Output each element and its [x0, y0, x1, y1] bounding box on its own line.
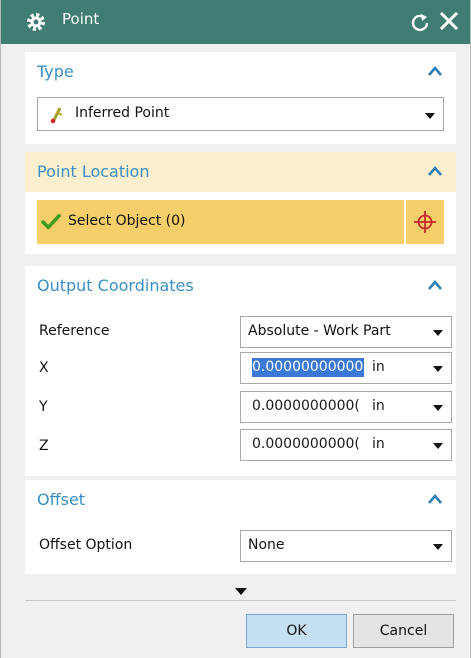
dropdown-arrow-icon[interactable] — [432, 365, 444, 373]
output-coordinates-section: Output Coordinates Reference Absolute - … — [25, 266, 456, 476]
point-location-header[interactable]: Point Location — [25, 152, 456, 192]
x-value-input[interactable]: 0.00000000000 — [252, 358, 364, 377]
dropdown-arrow-icon[interactable] — [432, 404, 444, 412]
z-value-input[interactable]: 0.0000000000( — [252, 435, 364, 454]
chevron-up-icon[interactable] — [428, 493, 442, 505]
chevron-up-icon[interactable] — [428, 65, 442, 77]
ok-button[interactable]: OK — [246, 614, 347, 648]
point-dialog-button[interactable] — [406, 200, 444, 244]
select-object-row[interactable]: Select Object (0) — [37, 200, 404, 244]
point-location-title: Point Location — [37, 162, 150, 181]
dialog-title: Point — [62, 10, 100, 28]
chevron-up-icon[interactable] — [428, 165, 442, 177]
z-unit: in — [372, 436, 385, 452]
z-field[interactable]: 0.0000000000( in — [240, 429, 452, 461]
gear-icon — [27, 13, 45, 31]
point-dialog: Point Type Inferred Point Point Location… — [0, 0, 471, 658]
dropdown-arrow-icon — [433, 330, 443, 336]
output-coordinates-header[interactable]: Output Coordinates — [25, 266, 456, 306]
dropdown-arrow-icon[interactable] — [432, 442, 444, 450]
title-bar[interactable]: Point — [1, 0, 470, 44]
select-object-label: Select Object (0) — [68, 213, 186, 229]
y-label: Y — [39, 399, 48, 415]
type-section-title: Type — [37, 62, 74, 81]
offset-option-dropdown[interactable]: None — [240, 530, 452, 562]
divider — [25, 600, 456, 601]
inferred-point-icon — [50, 107, 63, 124]
cancel-button[interactable]: Cancel — [353, 614, 454, 648]
offset-title: Offset — [37, 490, 86, 509]
dropdown-arrow-icon — [425, 113, 435, 119]
checkmark-icon — [41, 214, 61, 230]
offset-option-label: Offset Option — [39, 537, 133, 553]
y-unit: in — [372, 398, 385, 414]
chevron-up-icon[interactable] — [428, 279, 442, 291]
y-field[interactable]: 0.0000000000( in — [240, 391, 452, 423]
x-label: X — [39, 360, 49, 376]
reference-dropdown[interactable]: Absolute - Work Part — [240, 316, 452, 348]
offset-section: Offset Offset Option None — [25, 480, 456, 574]
expand-more-icon — [235, 588, 247, 595]
z-label: Z — [39, 438, 49, 454]
type-section-header[interactable]: Type — [25, 52, 456, 92]
x-field[interactable]: 0.00000000000 in — [240, 352, 452, 384]
point-location-section: Point Location Select Object (0) — [25, 152, 456, 254]
type-dropdown[interactable]: Inferred Point — [37, 97, 444, 131]
type-section: Type Inferred Point — [25, 52, 456, 144]
type-dropdown-value: Inferred Point — [75, 105, 170, 121]
point-dialog-icon — [414, 211, 436, 233]
offset-header[interactable]: Offset — [25, 480, 456, 520]
dropdown-arrow-icon — [433, 544, 443, 550]
reset-icon[interactable] — [409, 11, 431, 33]
close-icon[interactable] — [437, 9, 461, 33]
x-unit: in — [372, 359, 385, 375]
reference-label: Reference — [39, 323, 110, 339]
y-value-input[interactable]: 0.0000000000( — [252, 397, 364, 416]
more-options-toggle[interactable] — [25, 582, 456, 600]
reference-value: Absolute - Work Part — [248, 323, 391, 339]
offset-option-value: None — [248, 537, 285, 553]
output-coordinates-title: Output Coordinates — [37, 276, 194, 295]
